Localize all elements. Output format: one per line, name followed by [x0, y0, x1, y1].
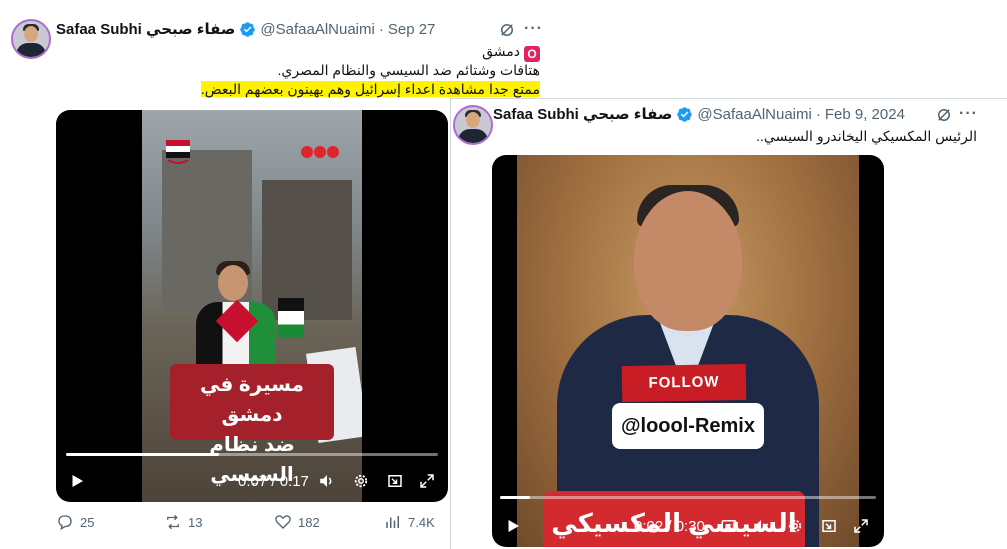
- reply-button[interactable]: 25: [56, 513, 94, 531]
- reply-count: 25: [80, 514, 95, 530]
- channel-flag-logo: [166, 140, 190, 164]
- more-options-icon[interactable]: ···: [524, 20, 543, 38]
- video-caption: مسيرة في دمشق ضد نظام السيسي: [170, 364, 334, 486]
- views-count: 7.4K: [408, 514, 435, 530]
- tweet-header: Safaa Subhi صفاء صبحي @SafaaAlNuaimi · F…: [493, 105, 905, 124]
- repost-button[interactable]: 13: [164, 513, 202, 531]
- settings-gear-icon[interactable]: [786, 517, 804, 535]
- video-progress-bar[interactable]: [500, 496, 876, 499]
- tweet-text-line-2: هتافات وشتائم ضد السيسي والنظام المصري.: [277, 62, 540, 78]
- repost-count: 13: [188, 514, 203, 530]
- video-progress-bar[interactable]: [66, 453, 438, 456]
- video-player-1[interactable]: مسيرة في دمشق ضد نظام السيسي 0:07 / 0:17: [56, 110, 448, 502]
- author-handle[interactable]: @SafaaAlNuaimi: [697, 106, 811, 123]
- separator-dot: ·: [378, 20, 384, 38]
- play-icon[interactable]: [68, 472, 86, 490]
- grok-icon[interactable]: [498, 21, 516, 39]
- picture-in-picture-icon[interactable]: [820, 517, 838, 535]
- fullscreen-icon[interactable]: [852, 517, 870, 535]
- grok-icon[interactable]: [935, 106, 953, 124]
- avatar[interactable]: [453, 105, 493, 145]
- overlay-handle: @loool-Remix: [612, 403, 764, 449]
- video-player-2[interactable]: FOLLOW @loool-Remix السيسي المكسيكي 0:02…: [492, 155, 884, 547]
- settings-gear-icon[interactable]: [352, 472, 370, 490]
- author-name[interactable]: Safaa Subhi صفاء صبحي: [56, 20, 235, 38]
- like-count: 182: [298, 514, 320, 530]
- play-icon[interactable]: [504, 517, 522, 535]
- tweet-text-line-3: ممتع جدا مشاهدة اعداء إسرائيل وهم يهينون…: [200, 81, 540, 97]
- video-frame: FOLLOW @loool-Remix السيسي المكسيكي: [517, 155, 859, 547]
- tweet-text: الرئيس المكسيكي اليخاندرو السيسي..: [756, 128, 977, 144]
- picture-in-picture-icon[interactable]: [386, 472, 404, 490]
- tweet-date[interactable]: Sep 27: [388, 21, 436, 38]
- avatar[interactable]: [11, 19, 51, 59]
- muted-volume-icon[interactable]: [752, 517, 770, 535]
- video-time: 0:07 / 0:17: [238, 473, 309, 490]
- follow-overlay: FOLLOW: [621, 363, 747, 403]
- video-time: 0:02 / 0:30: [634, 518, 705, 535]
- tweet-date[interactable]: Feb 9, 2024: [825, 106, 905, 123]
- like-button[interactable]: 182: [274, 513, 320, 531]
- svg-text:CC: CC: [725, 524, 733, 530]
- tweet-actions: 25 13 182 7.4K: [56, 513, 436, 533]
- tweet-text-line-1: Oدمشق: [482, 42, 540, 62]
- heart-icon: [275, 515, 291, 529]
- views-chart-icon: [386, 516, 399, 528]
- views-button[interactable]: 7.4K: [384, 513, 435, 531]
- verified-badge-icon: [677, 106, 693, 122]
- captions-icon[interactable]: CC: [720, 517, 738, 535]
- channel-logo-300: [300, 144, 339, 160]
- fullscreen-icon[interactable]: [418, 472, 436, 490]
- reply-icon: [58, 515, 72, 531]
- tweet-header: Safaa Subhi صفاء صبحي @SafaaAlNuaimi · S…: [56, 20, 436, 39]
- repost-icon: [167, 514, 179, 530]
- separator-dot: ·: [815, 105, 821, 123]
- verified-badge-icon: [240, 21, 256, 37]
- more-options-icon[interactable]: ···: [959, 105, 978, 123]
- volume-icon[interactable]: [318, 472, 336, 490]
- author-handle[interactable]: @SafaaAlNuaimi: [260, 21, 374, 38]
- o-badge-icon: O: [524, 46, 540, 62]
- author-name[interactable]: Safaa Subhi صفاء صبحي: [493, 105, 672, 123]
